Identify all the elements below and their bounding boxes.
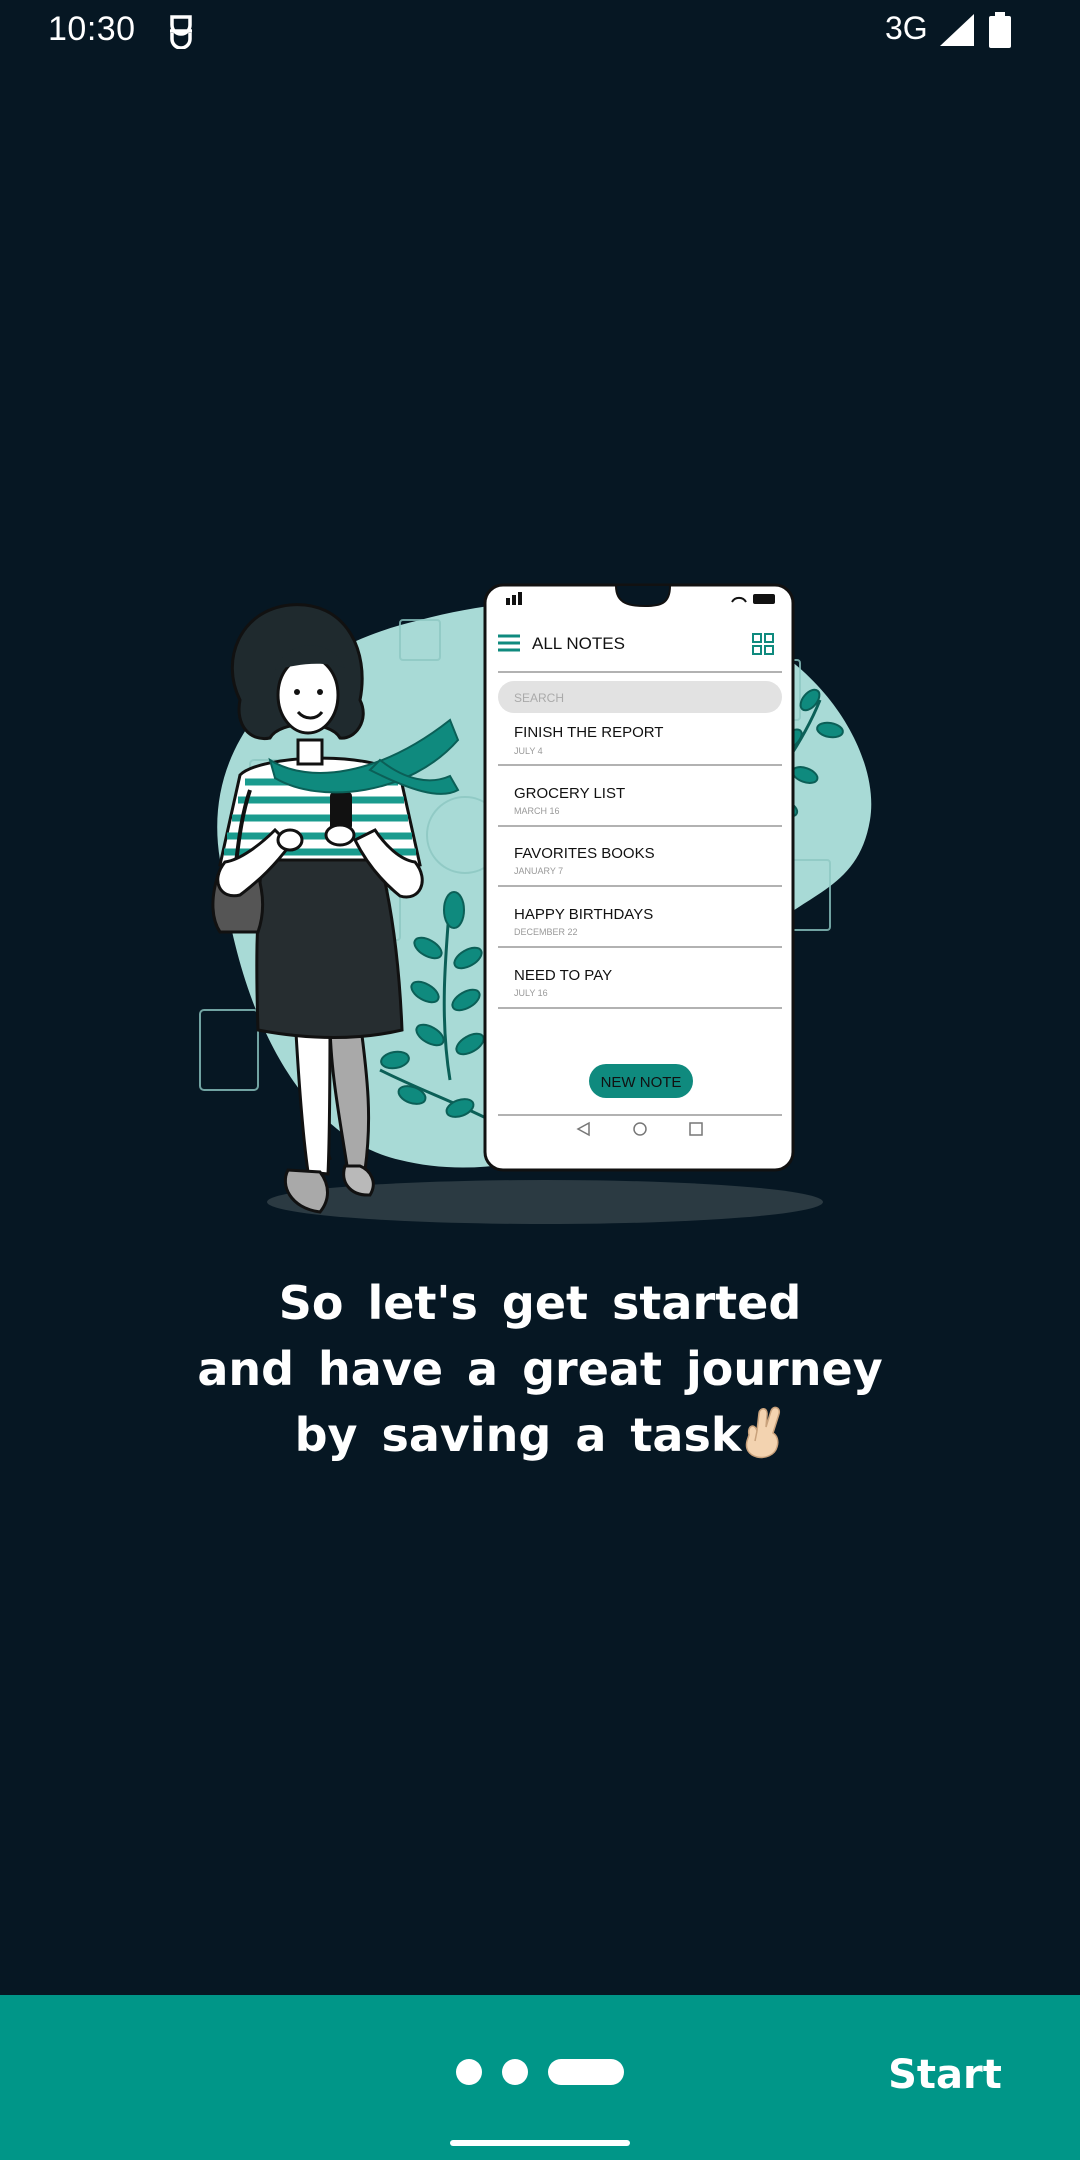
signal-icon (940, 14, 974, 46)
message-line-with-emoji: by saving a task (90, 1402, 990, 1468)
start-button[interactable]: Start (870, 2035, 1020, 2115)
phone-note-title: NEED TO PAY (514, 967, 612, 984)
phone-note-date: JANUARY 7 (514, 866, 563, 876)
page-indicator (456, 2057, 656, 2087)
battery-icon (988, 12, 1012, 48)
page-dot-active[interactable] (548, 2059, 624, 2085)
notification-app-icon (166, 13, 196, 50)
crossed-fingers-emoji (741, 1405, 785, 1459)
phone-note-title: HAPPY BIRTHDAYS (514, 906, 653, 923)
phone-note-title: FAVORITES BOOKS (514, 845, 655, 862)
phone-new-note-label: NEW NOTE (601, 1074, 682, 1091)
message-line: and have a great journey (197, 1342, 883, 1396)
onboarding-message: So let's get started and have a great jo… (90, 1270, 990, 1468)
illustration-phone: ALL NOTES SEARCH FINISH THE REPORT JULY … (483, 583, 795, 1172)
phone-note-title: FINISH THE REPORT (514, 724, 663, 741)
home-indicator[interactable] (450, 2140, 630, 2146)
phone-header-title: ALL NOTES (532, 634, 625, 653)
status-time: 10:30 (48, 10, 136, 48)
phone-note-title: GROCERY LIST (514, 785, 625, 802)
message-line: So let's get started (278, 1276, 802, 1330)
onboarding-illustration: ALL NOTES SEARCH FINISH THE REPORT JULY … (180, 560, 910, 1240)
phone-search-placeholder: SEARCH (514, 691, 564, 705)
page-dot[interactable] (502, 2059, 528, 2085)
page-dot[interactable] (456, 2059, 482, 2085)
phone-note-date: JULY 16 (514, 988, 548, 998)
phone-note-date: MARCH 16 (514, 806, 560, 816)
phone-note-date: JULY 4 (514, 746, 543, 756)
bottom-bar: Start (0, 1995, 1080, 2160)
network-type: 3G (885, 10, 928, 46)
message-line: by saving a task (294, 1408, 742, 1462)
status-bar: 10:30 3G (0, 0, 1080, 62)
phone-note-date: DECEMBER 22 (514, 927, 578, 937)
